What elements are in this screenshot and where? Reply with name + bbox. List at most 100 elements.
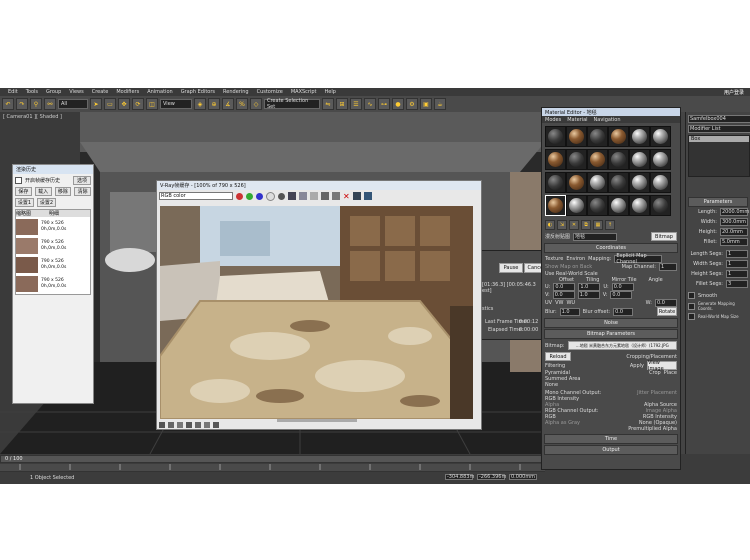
render-setup-icon[interactable]: ⚙: [406, 98, 418, 110]
history-load-button[interactable]: 载入: [34, 187, 52, 196]
material-slot[interactable]: [566, 195, 587, 216]
lut-icon[interactable]: [195, 422, 201, 428]
menu-tools[interactable]: Tools: [26, 89, 38, 95]
select-icon[interactable]: ➤: [90, 98, 102, 110]
material-slot[interactable]: [587, 172, 608, 193]
percent-snap-icon[interactable]: %: [236, 98, 248, 110]
bitmap-path-button[interactable]: ...地毯 米黄融合东方元素地毯（设计师）(1792.JPG: [567, 341, 677, 350]
channel-dropdown[interactable]: RGB color: [159, 192, 233, 200]
history-options-button[interactable]: 选项: [73, 176, 91, 185]
stop-render-icon[interactable]: ✕: [343, 192, 350, 201]
lens-effects-icon[interactable]: [168, 422, 174, 428]
v-offset-field[interactable]: 0.0: [552, 291, 575, 299]
width-field[interactable]: 300.0mm: [720, 218, 748, 226]
history-set2-button[interactable]: 设置2: [37, 198, 56, 207]
material-slot[interactable]: [629, 172, 650, 193]
smooth-checkbox[interactable]: [688, 292, 695, 299]
length-field[interactable]: 2000.0mm: [720, 208, 749, 216]
move-icon[interactable]: ✥: [118, 98, 130, 110]
history-enable-checkbox[interactable]: [15, 177, 22, 184]
menu-help[interactable]: Help: [325, 89, 336, 95]
track-mouse-icon[interactable]: [332, 192, 340, 200]
curve-editor-icon[interactable]: ∿: [364, 98, 376, 110]
length-segs-field[interactable]: 1: [726, 250, 748, 258]
named-selection-set[interactable]: Create Selection Set: [264, 98, 320, 110]
blur-field[interactable]: 1.0: [559, 307, 580, 316]
menu-maxscript[interactable]: MAXScript: [291, 89, 317, 95]
render-icon[interactable]: [363, 192, 372, 200]
undo-icon[interactable]: ↶: [2, 98, 14, 110]
menu-rendering[interactable]: Rendering: [223, 89, 249, 95]
pixel-info-icon[interactable]: [213, 422, 219, 428]
time-slider[interactable]: 0 / 100: [0, 455, 545, 463]
environ-radio[interactable]: Environ: [566, 256, 585, 262]
map-channel-field[interactable]: 1: [659, 263, 677, 271]
history-save-button[interactable]: 保存: [15, 187, 32, 196]
blue-channel-icon[interactable]: [256, 192, 263, 200]
bitmap-params-rollout[interactable]: Bitmap Parameters: [544, 329, 678, 339]
angle-snap-icon[interactable]: ∡: [222, 98, 234, 110]
assign-material-icon[interactable]: ⇲: [557, 220, 567, 230]
layer-icon[interactable]: ☰: [350, 98, 362, 110]
material-slot[interactable]: [629, 195, 650, 216]
list-item[interactable]: 790 x 526 0h,0m,0.0s: [16, 255, 90, 274]
object-name-field[interactable]: Samfelbox004: [688, 115, 750, 123]
material-slot[interactable]: [566, 126, 587, 147]
w-angle-field[interactable]: 0.0: [655, 299, 677, 307]
material-slot[interactable]: [608, 195, 629, 216]
none-filter-radio[interactable]: None: [545, 382, 677, 388]
rendered-image[interactable]: [160, 206, 473, 419]
texture-radio[interactable]: Texture: [545, 256, 563, 262]
region-render-icon[interactable]: [352, 192, 361, 200]
menu-material[interactable]: Material: [567, 117, 587, 123]
material-slot[interactable]: [629, 149, 650, 170]
login-link[interactable]: 用户登录: [724, 89, 744, 96]
history-icon[interactable]: [159, 422, 165, 428]
menu-group[interactable]: Group: [46, 89, 61, 95]
render-icon[interactable]: ☕: [434, 98, 446, 110]
crop-radio[interactable]: Crop: [649, 370, 661, 376]
u-offset-field[interactable]: 0.0: [553, 283, 576, 291]
premultiplied-alpha-checkbox[interactable]: Premultiplied Alpha: [545, 426, 677, 432]
map-name-field[interactable]: 地毯: [573, 232, 618, 241]
map-type-button[interactable]: Bitmap: [651, 232, 677, 241]
x-coord[interactable]: -304.883m: [445, 474, 474, 480]
reference-coord[interactable]: View: [160, 99, 192, 109]
rotate-icon[interactable]: ⟳: [132, 98, 144, 110]
menu-create[interactable]: Create: [92, 89, 109, 95]
material-slot[interactable]: [650, 172, 671, 193]
show-map-icon[interactable]: ▦: [593, 220, 603, 230]
menu-modifiers[interactable]: Modifiers: [116, 89, 139, 95]
alpha-as-gray-radio[interactable]: Alpha as Gray: [545, 420, 580, 426]
material-slot[interactable]: [587, 195, 608, 216]
v-tiling-field[interactable]: 1.0: [577, 291, 600, 299]
wu-radio[interactable]: WU: [566, 300, 575, 306]
fillet-field[interactable]: 5.0mm: [720, 238, 748, 246]
ocio-icon[interactable]: [204, 422, 210, 428]
material-slot[interactable]: [650, 126, 671, 147]
red-channel-icon[interactable]: [236, 192, 243, 200]
menu-customize[interactable]: Customize: [257, 89, 283, 95]
material-slot[interactable]: [545, 195, 566, 216]
mapping-dropdown[interactable]: Explicit Map Channel: [614, 253, 663, 265]
u-angle-field[interactable]: 0.0: [611, 283, 634, 291]
history-remove-button[interactable]: 移除: [54, 187, 72, 196]
y-coord[interactable]: -266.396m: [477, 474, 506, 480]
uv-radio[interactable]: UV: [545, 300, 552, 306]
history-clear-button[interactable]: 清除: [74, 187, 91, 196]
mirror-icon[interactable]: ⇋: [322, 98, 334, 110]
green-channel-icon[interactable]: [246, 192, 253, 200]
list-item[interactable]: 790 x 526 0h,0m,0.0s: [16, 236, 90, 255]
menu-navigation[interactable]: Navigation: [594, 117, 621, 123]
menu-graph-editors[interactable]: Graph Editors: [181, 89, 215, 95]
material-slot[interactable]: [545, 172, 566, 193]
clear-image-icon[interactable]: [310, 192, 318, 200]
material-slot[interactable]: [650, 195, 671, 216]
parameters-rollout[interactable]: Parameters: [688, 197, 748, 207]
u-tiling-field[interactable]: 1.0: [578, 283, 601, 291]
timeline-ruler[interactable]: [0, 464, 545, 472]
selection-filter[interactable]: All: [58, 99, 88, 109]
height-segs-field[interactable]: 1: [726, 270, 748, 278]
modifier-stack[interactable]: Box: [688, 135, 750, 177]
menu-modes[interactable]: Modes: [545, 117, 561, 123]
